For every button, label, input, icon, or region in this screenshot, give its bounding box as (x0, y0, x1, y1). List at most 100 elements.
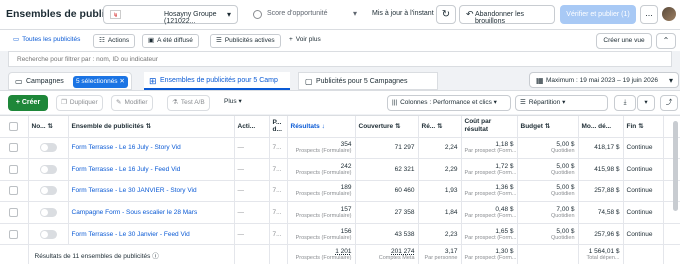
onoff-toggle[interactable] (39, 143, 57, 153)
results-sub: Prospects (Formulaire) (295, 148, 352, 155)
onoff-toggle[interactable] (39, 208, 57, 218)
edit-button[interactable]: ✎ Modifier (111, 95, 153, 111)
tab-delivered[interactable]: ▣ A été diffusé (142, 34, 199, 48)
col-header-rep[interactable]: Ré... ⇅ (418, 116, 462, 138)
col-header-budget[interactable]: Budget ⇅ (517, 116, 579, 138)
see-more-button[interactable]: + Voir plus (284, 34, 326, 48)
account-selector[interactable]: lg Hosayny Groupe (121022... ▾ (103, 5, 238, 25)
row-checkbox[interactable] (9, 143, 19, 153)
ad-icon: ▢ (305, 77, 313, 86)
cost-sub: Par prospect (Form... (464, 191, 517, 198)
review-publish-button[interactable]: Vérifier et publier (1) (560, 5, 636, 24)
cost-value: 0,48 $ (495, 206, 514, 214)
row-toggle-cell (28, 180, 69, 203)
tab-active-ads[interactable]: ☰ Publicités actives (210, 34, 281, 48)
end-value: Continue (626, 187, 653, 195)
rep-cell: 2,29 (418, 158, 462, 181)
table-row[interactable]: Form Terrasse - Le 16 July - Story Vid — 7… (0, 137, 680, 160)
columns-selector[interactable]: ||| Colonnes : Performance et clics ▾ (387, 95, 511, 111)
info-icon[interactable]: ⓘ (152, 253, 159, 260)
ab-test-label: Test A/B (180, 99, 205, 106)
row-checkbox[interactable] (9, 164, 19, 174)
discard-drafts-label: Abandonner les brouillons (475, 11, 525, 25)
col-header-results[interactable]: Résultats ↓ (287, 116, 356, 138)
see-more-label: Voir plus (295, 36, 321, 43)
total-reach: 201 274 (391, 248, 415, 256)
col-header-action[interactable]: Acti... (234, 116, 270, 138)
refresh-button[interactable]: ↻ (436, 5, 456, 24)
more-options-button[interactable]: ... (640, 5, 658, 24)
tab-ads[interactable]: ▢ Publicités pour 5 Campagnes (298, 72, 438, 90)
create-button[interactable]: + Créer (8, 95, 48, 111)
date-range-picker[interactable]: ▦ Maximum : 19 mai 2023 – 19 juin 2026 ▾ (529, 72, 679, 88)
row-checkbox[interactable] (9, 208, 19, 218)
tab-adsets[interactable]: ⊞ Ensembles de publicités pour 5 Camp (144, 72, 290, 90)
rep-cell: 1,84 (418, 201, 462, 224)
adset-name-cell: Form Terrasse - Le 30 Janvier - Feed Vid (68, 223, 235, 246)
spent-cell: 257,96 $ (578, 223, 624, 246)
col-header-reach[interactable]: Couverture ⇅ (355, 116, 419, 138)
col-header-onoff[interactable]: No... ⇅ (28, 116, 69, 138)
toolbar: + Créer ❐ Dupliquer ✎ Modifier ⚗ Test A/B P… (0, 90, 680, 114)
col-header-spent[interactable]: Mo... dé... (578, 116, 624, 138)
collapse-button[interactable]: ⌃ (656, 33, 676, 49)
table-row[interactable]: Form Terrasse - Le 30 JANVIER - Story Vi… (0, 180, 680, 203)
more-menu[interactable]: Plus ▾ (220, 95, 246, 111)
onoff-toggle[interactable] (39, 229, 57, 239)
plus-icon: + (289, 36, 293, 43)
total-results: 1 201 (335, 248, 352, 256)
reach-cell: 62 321 (355, 158, 419, 181)
export-options-button[interactable]: ▾ (637, 95, 655, 111)
adset-name-link[interactable]: Form Terrasse - Le 30 Janvier - Feed Vid (72, 231, 190, 238)
row-checkbox[interactable] (9, 229, 19, 239)
adset-name-link[interactable]: Form Terrasse - Le 30 JANVIER - Story Vi… (72, 187, 197, 194)
export-button[interactable]: ⤓ (614, 95, 636, 111)
table-row[interactable]: Form Terrasse - Le 30 Janvier - Feed Vid… (0, 223, 680, 246)
table-row[interactable]: Form Terrasse - Le 16 July - Feed Vid — 7.… (0, 158, 680, 181)
duplicate-button[interactable]: ❐ Dupliquer (56, 95, 103, 111)
vertical-scrollbar[interactable] (673, 121, 678, 211)
tab-all-ads[interactable]: ▭ Toutes les publicités (8, 34, 85, 48)
adset-name-link[interactable]: Campagne Form - Sous escalier le 28 Mars (72, 209, 198, 216)
reach-cell: 71 297 (355, 137, 419, 160)
chart-button[interactable]: ⤴ (660, 95, 678, 111)
total-rep: 3,17 (444, 248, 458, 256)
action-cell: — (234, 180, 270, 203)
budget-cell: 7,00 $ Quotidien (517, 201, 579, 224)
selected-chip[interactable]: 5 sélectionnés ✕ (73, 76, 128, 88)
spent-value: 257,96 $ (594, 230, 620, 238)
rep-value: 1,84 (444, 209, 458, 217)
columns-label: Colonnes : Performance et clics (400, 99, 492, 106)
breakdown-selector[interactable]: ☰ Répartition ▾ (515, 95, 608, 111)
onoff-toggle[interactable] (39, 186, 57, 196)
row-select-cell (0, 158, 29, 181)
opportunity-score-selector[interactable]: Score d'opportunité ▾ (245, 5, 360, 24)
col-header-end[interactable]: Fin ⇅ (623, 116, 664, 138)
select-all-checkbox[interactable] (9, 121, 19, 131)
col-header-pd[interactable]: P... d... (269, 116, 288, 138)
discard-drafts-button[interactable]: ↶ Abandonner les brouillons (459, 5, 555, 25)
col-header-adset[interactable]: Ensemble de publicités ⇅ (68, 116, 235, 138)
rep-cell: 1,93 (418, 180, 462, 203)
search-input[interactable] (17, 54, 617, 65)
adset-name-link[interactable]: Form Terrasse - Le 16 July - Feed Vid (72, 166, 181, 173)
adset-name-link[interactable]: Form Terrasse - Le 16 July - Story Vid (72, 144, 181, 151)
ab-test-button[interactable]: ⚗ Test A/B (167, 95, 210, 111)
budget-value: 5,00 $ (556, 184, 575, 192)
tab-actions[interactable]: ☷ Actions (93, 34, 136, 48)
row-checkbox[interactable] (9, 186, 19, 196)
tab-campaigns[interactable]: ▭ Campagnes 5 sélectionnés ✕ (8, 72, 132, 90)
close-icon[interactable]: ✕ (119, 78, 124, 85)
col-header-cost[interactable]: Coût par résultat (461, 116, 518, 138)
table-row[interactable]: Campagne Form - Sous escalier le 28 Mars… (0, 201, 680, 224)
cost-value: 1,18 $ (495, 141, 514, 149)
budget-sub: Quotidien (550, 148, 575, 155)
spent-cell: 74,58 $ (578, 201, 624, 224)
total-cost-cell: 1,30 $ Par prospect (Form... (461, 244, 518, 264)
action-value: — (237, 209, 245, 217)
avatar[interactable] (662, 7, 676, 21)
row-toggle-cell (28, 223, 69, 246)
create-view-button[interactable]: Créer une vue (596, 33, 652, 49)
header-label: P... d... (272, 119, 282, 134)
onoff-toggle[interactable] (39, 164, 57, 174)
